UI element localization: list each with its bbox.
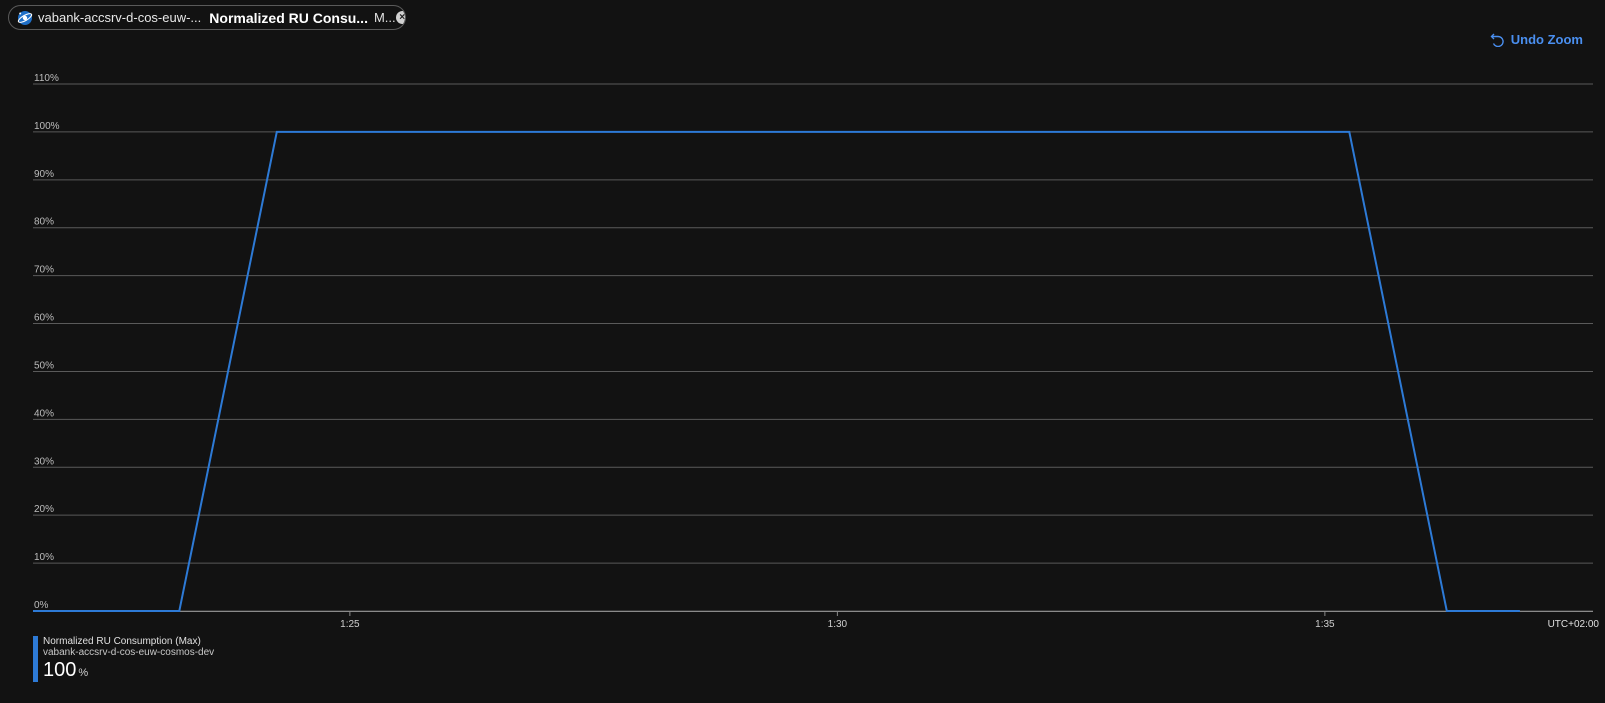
y-tick-label: 10%: [34, 552, 54, 563]
y-tick-label: 30%: [34, 456, 54, 467]
y-tick-label: 20%: [34, 504, 54, 515]
chart-legend[interactable]: Normalized RU Consumption (Max) vabank-a…: [33, 636, 214, 682]
x-tick-label: 1:25: [340, 619, 360, 630]
y-tick-label: 50%: [34, 360, 54, 371]
y-tick-label: 70%: [34, 265, 54, 276]
y-tick-label: 100%: [34, 121, 60, 132]
legend-resource-label: vabank-accsrv-d-cos-euw-cosmos-dev: [43, 647, 215, 658]
y-tick-label: 60%: [34, 313, 54, 324]
legend-unit: %: [78, 667, 89, 679]
legend-series-label: Normalized RU Consumption (Max): [43, 636, 201, 647]
line-chart[interactable]: 0% 10% 20% 30% 40% 50% 60% 70% 80% 90% 100% 110% 1:2…: [0, 0, 1605, 703]
legend-value: 100: [43, 659, 77, 681]
y-tick-label: 90%: [34, 169, 54, 180]
x-tick-label: 1:30: [828, 619, 848, 630]
y-tick-label: 40%: [34, 408, 54, 419]
y-tick-label: 110%: [34, 73, 59, 84]
y-tick-label: 80%: [34, 217, 54, 228]
y-tick-label: 0%: [34, 600, 49, 611]
metrics-chart-panel: vabank-accsrv-d-cos-euw-... Normalized R…: [0, 0, 1605, 703]
timezone-label: UTC+02:00: [1548, 619, 1600, 630]
x-tick-label: 1:35: [1315, 619, 1335, 630]
